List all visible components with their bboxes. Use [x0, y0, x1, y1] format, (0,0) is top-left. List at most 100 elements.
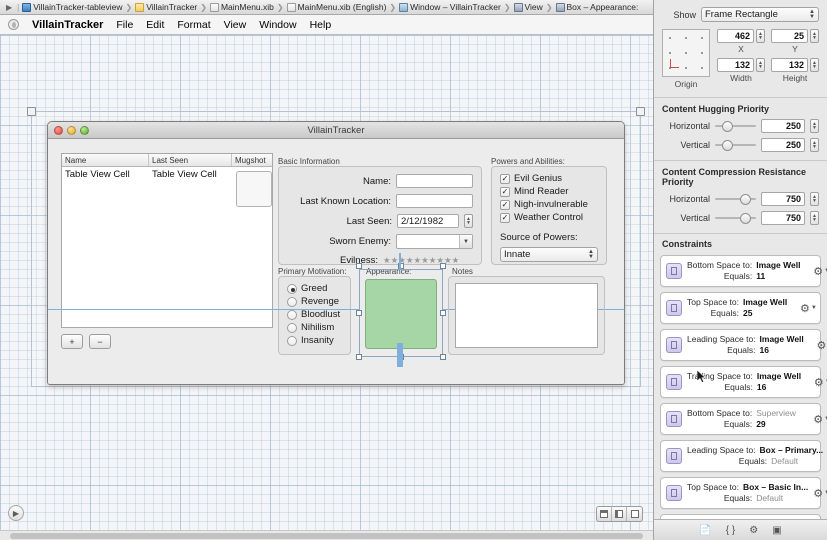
handle-bottom-right[interactable]	[440, 354, 446, 360]
frame-x-stepper[interactable]: ▲ ▼	[756, 29, 765, 43]
gear-icon[interactable]: ⚙▼	[813, 487, 827, 500]
hugging-vertical-slider[interactable]	[715, 138, 756, 152]
jump-bar[interactable]: ▶ | VillainTracker-tableview ❯ VillainTr…	[0, 0, 653, 15]
column-header-last-seen[interactable]: Last Seen	[149, 154, 232, 166]
gear-icon[interactable]: ⚙▼	[817, 339, 827, 352]
sworn-enemy-combobox[interactable]: ▼	[396, 234, 473, 249]
menu-app-title[interactable]: VillainTracker	[32, 19, 103, 31]
villaintracker-window[interactable]: VillainTracker Name Last Seen Mugshot Ta…	[47, 121, 625, 385]
traffic-lights[interactable]	[48, 125, 89, 135]
villains-table-view[interactable]: Name Last Seen Mugshot Table View Cell T…	[61, 153, 273, 328]
hugging-horizontal-slider[interactable]	[715, 119, 756, 133]
file-template-icon[interactable]: 📄	[699, 525, 711, 536]
menu-item-view[interactable]: View	[224, 19, 247, 31]
play-triangle-icon[interactable]: ▶	[8, 505, 24, 521]
remove-row-button[interactable]: −	[89, 334, 111, 349]
design-canvas[interactable]: VillainTracker Name Last Seen Mugshot Ta…	[0, 35, 653, 540]
compression-vertical-slider[interactable]	[715, 211, 756, 225]
frame-height-stepper[interactable]: ▲ ▼	[810, 58, 819, 72]
handle-middle-right[interactable]	[440, 310, 446, 316]
basic-information-box[interactable]: Name: Last Known Location: Last Seen: 2/	[278, 166, 482, 266]
menu-item-window[interactable]: Window	[259, 19, 296, 31]
canvas-horizontal-scrollbar[interactable]	[0, 530, 653, 540]
constraint-row[interactable]: Top Space to: Image Well Equals: 25 ⚙ ▼	[660, 292, 821, 324]
origin-picker-wrap[interactable]: Origin	[662, 29, 710, 89]
compression-vertical-stepper[interactable]: ▲ ▼	[810, 211, 819, 225]
column-header-name[interactable]: Name	[62, 154, 149, 166]
constraint-row[interactable]: Top Space to: Box – Basic In... Equals: De…	[660, 477, 827, 509]
source-of-powers-popup[interactable]: Innate ▲ ▼	[500, 247, 598, 262]
apple-menu-icon[interactable]	[8, 19, 19, 30]
compression-horizontal-slider[interactable]	[715, 192, 756, 206]
media-icon[interactable]: ⚙	[749, 525, 758, 536]
radio-nihilism[interactable]: Nihilism	[287, 322, 350, 333]
hugging-horizontal-stepper[interactable]: ▲ ▼	[810, 119, 819, 133]
window-title-bar[interactable]: VillainTracker	[48, 122, 624, 139]
name-field[interactable]	[396, 174, 473, 188]
primary-motivation-box[interactable]: Greed Revenge Bloodlust Nihilism Insanit…	[278, 276, 351, 355]
chevron-down-icon[interactable]: ▼	[459, 235, 472, 248]
frame-y-field[interactable]: 25	[771, 29, 808, 43]
constraint-row[interactable]: Bottom Space to:Superview Equals:29 ⚙▼	[660, 403, 827, 435]
breadcrumb-item-xib-english[interactable]: MainMenu.xib (English)	[286, 2, 386, 12]
hugging-vertical-field[interactable]: 250	[761, 138, 805, 152]
radio-insanity[interactable]: Insanity	[287, 335, 350, 346]
code-snippet-icon[interactable]: { }	[726, 525, 735, 536]
appearance-color-well[interactable]	[365, 279, 437, 349]
gear-icon[interactable]: ⚙▼	[800, 302, 817, 315]
menu-item-help[interactable]: Help	[310, 19, 332, 31]
menu-item-format[interactable]: Format	[177, 19, 210, 31]
segment-constrain-top[interactable]	[597, 507, 612, 521]
breadcrumb-item-window[interactable]: Window – VillainTracker	[399, 2, 501, 12]
checkbox-weather-control[interactable]: ✓ Weather Control	[500, 212, 606, 223]
notes-box[interactable]	[448, 276, 605, 355]
last-seen-stepper[interactable]: ▲ ▼	[464, 214, 473, 228]
gear-icon[interactable]: ⚙▼	[814, 376, 827, 389]
column-header-mugshot[interactable]: Mugshot	[232, 154, 272, 166]
menu-item-edit[interactable]: Edit	[146, 19, 164, 31]
object-library-icon[interactable]: ▣	[772, 525, 781, 536]
origin-picker[interactable]	[662, 29, 710, 77]
powers-and-abilities-box[interactable]: ✓ Evil Genius ✓ Mind Reader ✓ Nigh-invul…	[491, 166, 607, 265]
show-popup[interactable]: Frame Rectangle ▲ ▼	[701, 7, 819, 22]
segment-constrain-split[interactable]	[612, 507, 627, 521]
table-add-remove-buttons[interactable]: + −	[61, 334, 111, 349]
frame-height-field[interactable]: 132	[771, 58, 808, 72]
checkbox-mind-reader[interactable]: ✓ Mind Reader	[500, 186, 606, 197]
add-row-button[interactable]: +	[61, 334, 83, 349]
close-icon[interactable]	[54, 125, 63, 135]
hugging-horizontal-field[interactable]: 250	[761, 119, 805, 133]
checkbox-evil-genius[interactable]: ✓ Evil Genius	[500, 173, 606, 184]
frame-width-field[interactable]: 132	[717, 58, 754, 72]
handle-top-left[interactable]	[356, 263, 362, 269]
breadcrumb-item-box[interactable]: Box – Appearance:	[555, 2, 638, 12]
constraint-row[interactable]: Leading Space to:Image Well Equals:16 ⚙▼	[660, 329, 826, 361]
evilness-rating[interactable]: ★★★★★★★★★★	[383, 255, 473, 266]
compression-vertical-field[interactable]: 750	[761, 211, 805, 225]
handle-top-right[interactable]	[440, 263, 446, 269]
notes-textarea[interactable]	[455, 283, 598, 348]
frame-x-field[interactable]: 462	[717, 29, 754, 43]
constraint-row[interactable]: Leading Space to: Box – Primary... Equals…	[660, 440, 823, 472]
app-menu-bar[interactable]: VillainTracker File Edit Format View Win…	[0, 15, 653, 35]
checkbox-nigh-invulnerable[interactable]: ✓ Nigh-invulnerable	[500, 199, 606, 210]
frame-width-stepper[interactable]: ▲ ▼	[756, 58, 765, 72]
canvas-layout-segmented-control[interactable]	[596, 506, 643, 522]
canvas-expand-button[interactable]: ▶	[8, 505, 24, 521]
last-known-location-field[interactable]	[396, 194, 473, 208]
resize-handle-top-right[interactable]	[636, 107, 645, 116]
gear-icon[interactable]: ⚙▼	[813, 265, 827, 278]
scrollbar-thumb[interactable]	[10, 533, 643, 539]
segment-constrain-frame[interactable]	[627, 507, 642, 521]
back-arrow-icon[interactable]: ▶	[4, 3, 14, 12]
zoom-icon[interactable]	[80, 125, 89, 135]
compression-horizontal-stepper[interactable]: ▲ ▼	[810, 192, 819, 206]
breadcrumb-item-xib[interactable]: MainMenu.xib	[209, 2, 274, 12]
constraints-list[interactable]: Bottom Space to:Image Well Equals:11 ⚙▼ …	[654, 251, 827, 519]
handle-middle-left[interactable]	[356, 310, 362, 316]
table-row[interactable]: Table View Cell Table View Cell	[62, 167, 272, 207]
last-seen-field[interactable]: 2/12/1982	[397, 214, 459, 228]
breadcrumb-item-folder[interactable]: VillainTracker	[135, 2, 197, 12]
library-selector-bar[interactable]: 📄 { } ⚙ ▣	[654, 519, 827, 540]
frame-y-stepper[interactable]: ▲ ▼	[810, 29, 819, 43]
